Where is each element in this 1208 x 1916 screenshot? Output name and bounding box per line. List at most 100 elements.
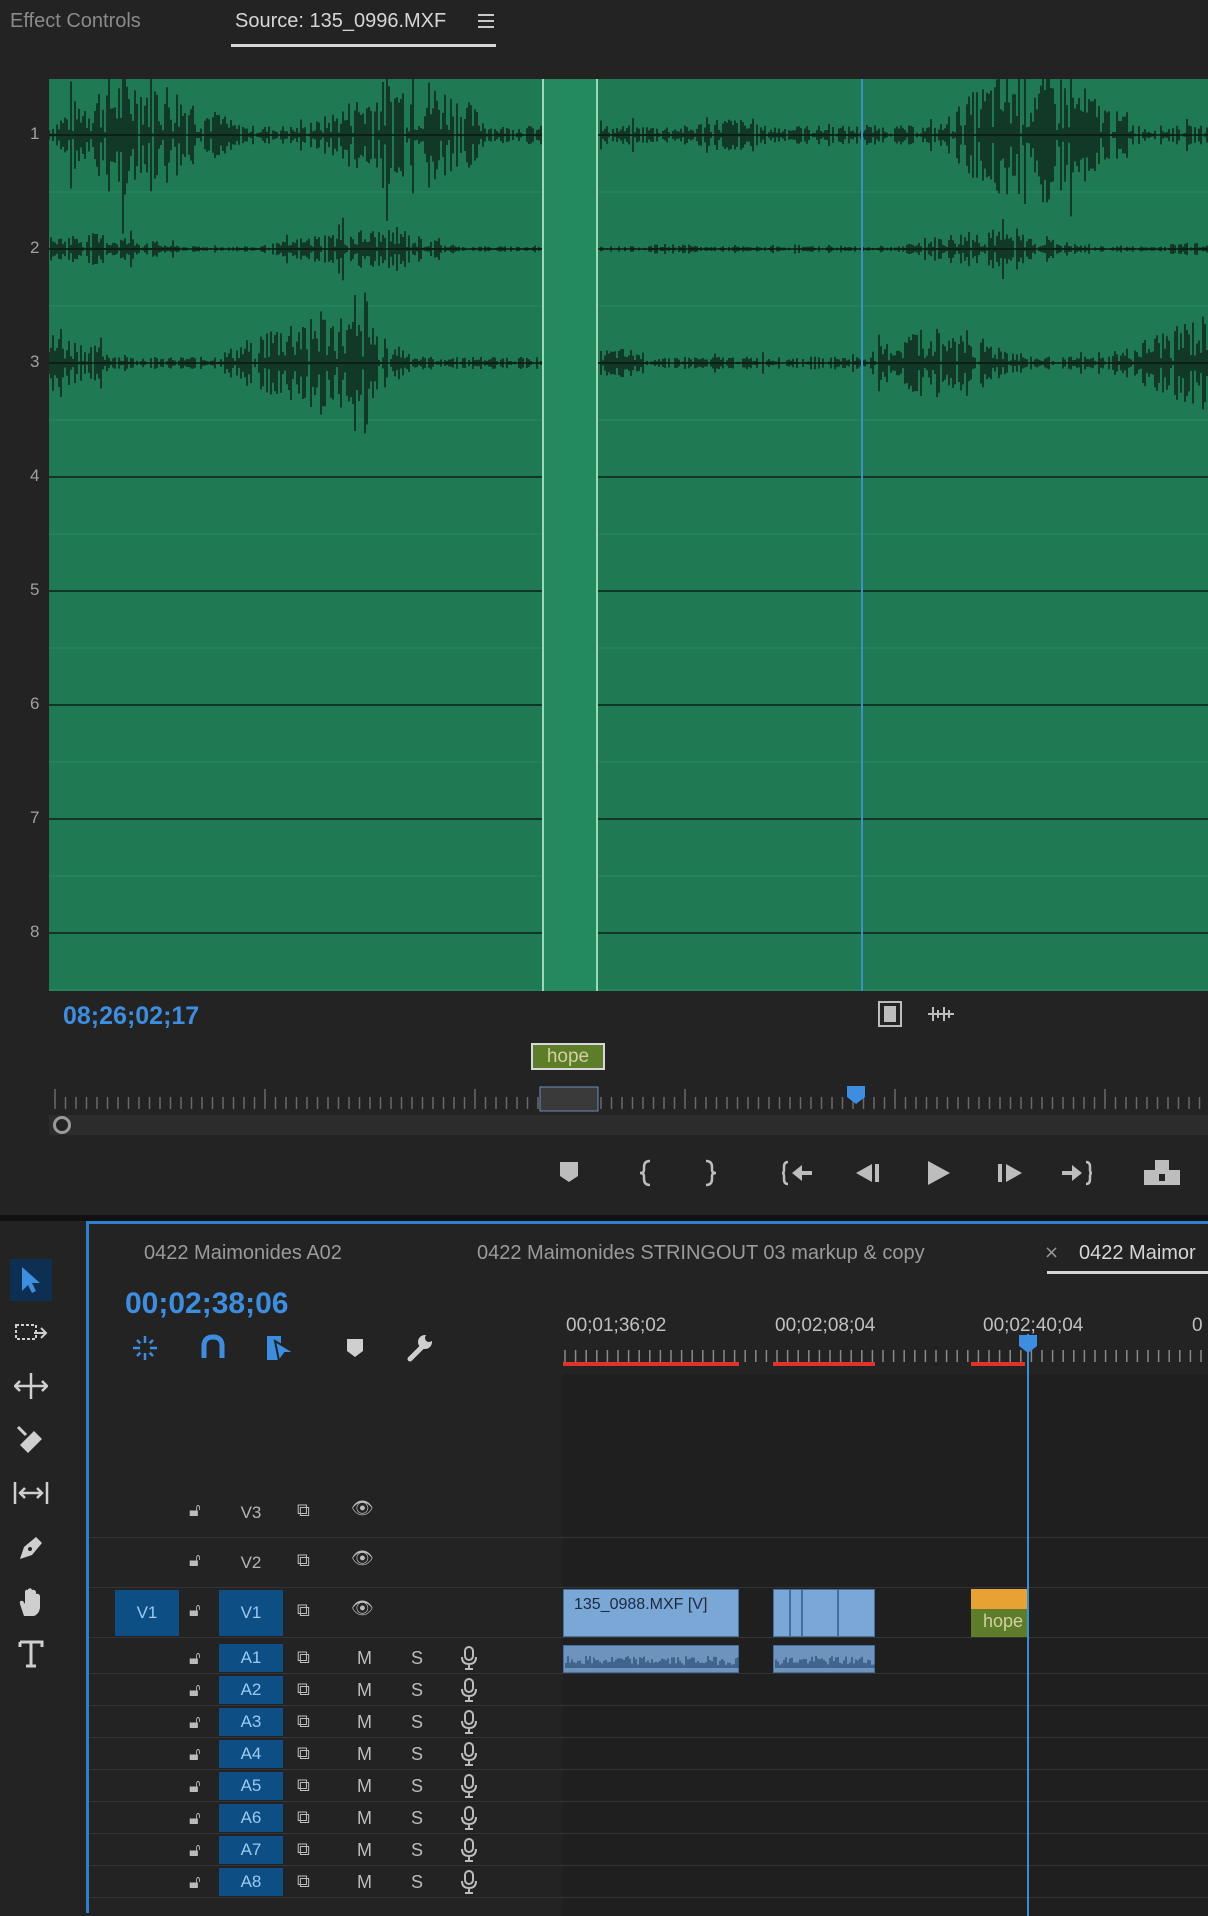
- mark-in-icon[interactable]: [636, 1158, 656, 1193]
- go-to-in-icon[interactable]: [781, 1159, 814, 1192]
- track-name-a7[interactable]: A7: [219, 1836, 283, 1864]
- hand-tool-icon[interactable]: [10, 1581, 52, 1623]
- mute-button[interactable]: M: [357, 1808, 372, 1829]
- solo-button[interactable]: S: [411, 1680, 423, 1701]
- nest-sequence-icon[interactable]: [129, 1332, 161, 1364]
- sequence-tab-a02[interactable]: 0422 Maimonides A02: [144, 1242, 342, 1265]
- lock-icon[interactable]: 🔓︎: [189, 1712, 201, 1733]
- clip-hope-header[interactable]: [971, 1589, 1027, 1609]
- mute-button[interactable]: M: [357, 1840, 372, 1861]
- mute-button[interactable]: M: [357, 1744, 372, 1765]
- razor-tool-icon[interactable]: [10, 1419, 52, 1461]
- microphone-icon[interactable]: [461, 1646, 477, 1675]
- add-marker-icon[interactable]: [558, 1160, 580, 1189]
- sequence-tab-stringout[interactable]: 0422 Maimonides STRINGOUT 03 markup & co…: [477, 1242, 925, 1265]
- close-tab-icon[interactable]: ×: [1044, 1242, 1059, 1263]
- type-tool-icon[interactable]: [10, 1633, 52, 1675]
- selection-tool-icon[interactable]: [10, 1259, 52, 1301]
- sync-lock-icon[interactable]: ⧉: [297, 1600, 310, 1621]
- solo-button[interactable]: S: [411, 1840, 423, 1861]
- solo-button[interactable]: S: [411, 1808, 423, 1829]
- track-row-a6[interactable]: 🔓︎ A6 ⧉ M S: [89, 1802, 1208, 1834]
- timeline-playhead-icon[interactable]: [1018, 1334, 1038, 1354]
- mute-button[interactable]: M: [357, 1776, 372, 1797]
- track-row-a4[interactable]: 🔓︎ A4 ⧉ M S: [89, 1738, 1208, 1770]
- microphone-icon[interactable]: [461, 1870, 477, 1899]
- mute-button[interactable]: M: [357, 1872, 372, 1893]
- audio-waveform-display[interactable]: [49, 79, 1208, 991]
- lock-icon[interactable]: 🔓︎: [189, 1680, 201, 1701]
- audio-clip-a1-1[interactable]: [563, 1645, 739, 1673]
- track-row-v3[interactable]: 🔓︎ V3 ⧉ 👁︎: [89, 1488, 1208, 1538]
- track-name-a2[interactable]: A2: [219, 1676, 283, 1704]
- timeline-time-ruler[interactable]: [563, 1344, 1208, 1374]
- microphone-icon[interactable]: [461, 1678, 477, 1707]
- add-marker-icon[interactable]: [339, 1332, 371, 1364]
- sync-lock-icon[interactable]: ⧉: [297, 1839, 310, 1860]
- track-name-v2[interactable]: V2: [219, 1538, 283, 1587]
- source-playhead-icon[interactable]: [846, 1085, 866, 1105]
- mute-button[interactable]: M: [357, 1712, 372, 1733]
- lock-icon[interactable]: 🔓︎: [189, 1840, 201, 1861]
- pen-tool-icon[interactable]: [10, 1527, 52, 1569]
- lock-icon[interactable]: 🔓︎: [189, 1550, 201, 1571]
- sync-lock-icon[interactable]: ⧉: [297, 1743, 310, 1764]
- track-name-a1[interactable]: A1: [219, 1644, 283, 1672]
- mute-button[interactable]: M: [357, 1680, 372, 1701]
- sync-lock-icon[interactable]: ⧉: [297, 1550, 310, 1571]
- lock-icon[interactable]: 🔓︎: [189, 1744, 201, 1765]
- panel-menu-icon[interactable]: [478, 14, 494, 30]
- track-name-a5[interactable]: A5: [219, 1772, 283, 1800]
- tab-source[interactable]: Source: 135_0996.MXF: [235, 10, 446, 33]
- microphone-icon[interactable]: [461, 1774, 477, 1803]
- lock-icon[interactable]: 🔓︎: [189, 1776, 201, 1797]
- step-forward-icon[interactable]: [996, 1162, 1024, 1189]
- play-icon[interactable]: [926, 1159, 952, 1192]
- solo-button[interactable]: S: [411, 1744, 423, 1765]
- mute-button[interactable]: M: [357, 1648, 372, 1669]
- mark-out-icon[interactable]: [700, 1158, 720, 1193]
- clip-hope[interactable]: hope: [971, 1609, 1027, 1637]
- timeline-playhead-line[interactable]: [1027, 1334, 1029, 1916]
- sync-lock-icon[interactable]: ⧉: [297, 1775, 310, 1796]
- track-row-v2[interactable]: 🔓︎ V2 ⧉ 👁︎: [89, 1538, 1208, 1588]
- step-back-icon[interactable]: [854, 1162, 882, 1189]
- sync-lock-icon[interactable]: ⧉: [297, 1807, 310, 1828]
- microphone-icon[interactable]: [461, 1838, 477, 1867]
- sequence-tab-active[interactable]: 0422 Maimor: [1079, 1242, 1196, 1265]
- lock-icon[interactable]: 🔓︎: [189, 1808, 201, 1829]
- clip-135-0988[interactable]: 135_0988.MXF [V]: [563, 1589, 739, 1637]
- slip-tool-icon[interactable]: [10, 1472, 52, 1514]
- eye-icon[interactable]: 👁︎: [351, 1548, 374, 1569]
- ripple-edit-tool-icon[interactable]: [10, 1365, 52, 1407]
- source-marker-hope[interactable]: hope: [531, 1043, 605, 1070]
- track-row-a2[interactable]: 🔓︎ A2 ⧉ M S: [89, 1674, 1208, 1706]
- sync-lock-icon[interactable]: ⧉: [297, 1871, 310, 1892]
- go-to-out-icon[interactable]: [1060, 1159, 1093, 1192]
- track-name-v1[interactable]: V1: [219, 1590, 283, 1636]
- eye-icon[interactable]: 👁︎: [351, 1598, 374, 1619]
- timeline-settings-wrench-icon[interactable]: [403, 1332, 435, 1364]
- drag-audio-only-icon[interactable]: [926, 1003, 956, 1030]
- timeline-timecode[interactable]: 00;02;38;06: [125, 1287, 288, 1321]
- track-name-v3[interactable]: V3: [219, 1488, 283, 1537]
- solo-button[interactable]: S: [411, 1776, 423, 1797]
- sync-lock-icon[interactable]: ⧉: [297, 1500, 310, 1521]
- zoom-scroll-handle[interactable]: [53, 1116, 71, 1134]
- audio-clip-a1-2[interactable]: [773, 1645, 875, 1673]
- solo-button[interactable]: S: [411, 1872, 423, 1893]
- source-timecode[interactable]: 08;26;02;17: [63, 1002, 199, 1031]
- source-zoom-scrollbar[interactable]: [49, 1115, 1208, 1135]
- track-row-a8[interactable]: 🔓︎ A8 ⧉ M S: [89, 1866, 1208, 1898]
- snap-icon[interactable]: [197, 1332, 229, 1364]
- tab-effect-controls[interactable]: Effect Controls: [10, 10, 141, 33]
- solo-button[interactable]: S: [411, 1648, 423, 1669]
- source-time-ruler[interactable]: [49, 1085, 1208, 1113]
- microphone-icon[interactable]: [461, 1806, 477, 1835]
- microphone-icon[interactable]: [461, 1710, 477, 1739]
- track-name-a3[interactable]: A3: [219, 1708, 283, 1736]
- solo-button[interactable]: S: [411, 1712, 423, 1733]
- insert-icon[interactable]: [1142, 1158, 1182, 1193]
- linked-selection-icon[interactable]: [265, 1332, 297, 1364]
- sync-lock-icon[interactable]: ⧉: [297, 1679, 310, 1700]
